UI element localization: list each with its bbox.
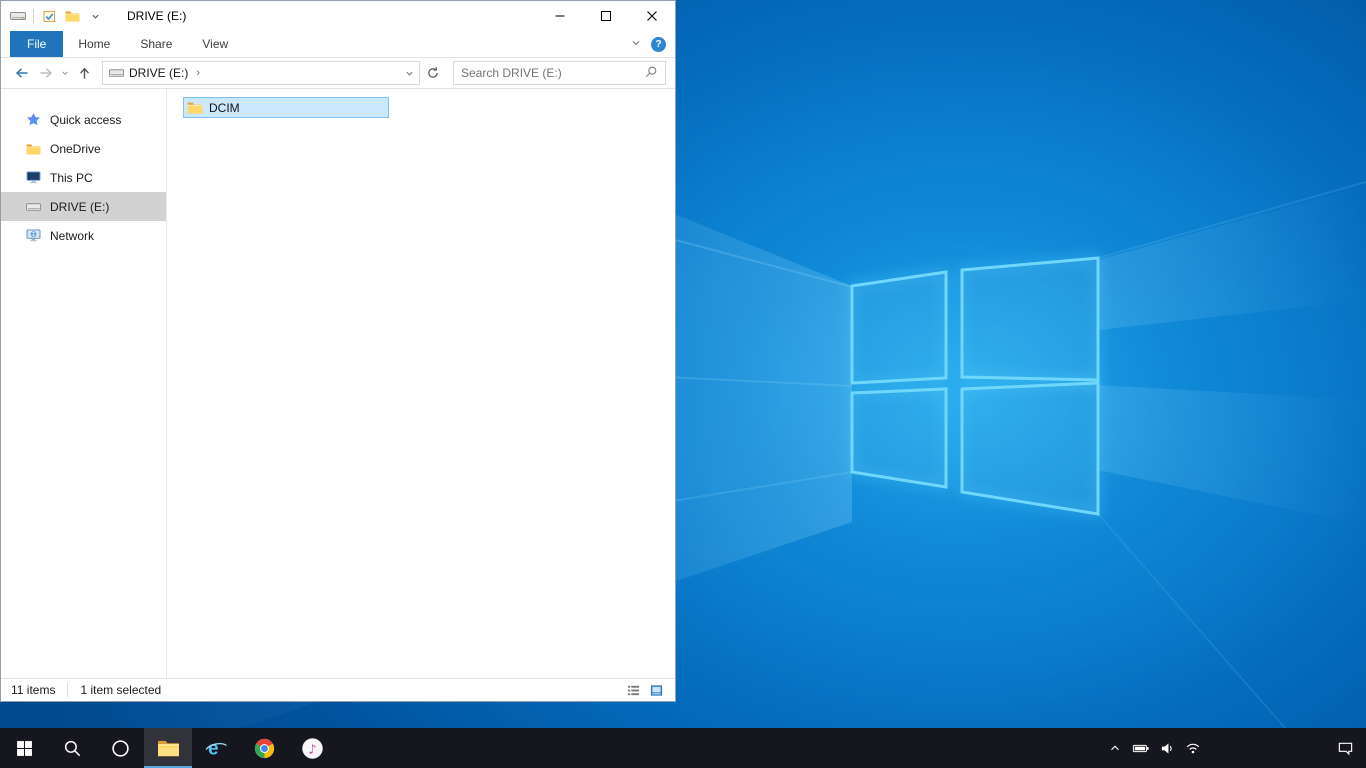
window-title: DRIVE (E:) — [127, 9, 187, 23]
quick-access-toolbar — [1, 8, 103, 24]
up-button[interactable] — [72, 61, 96, 85]
minimize-button[interactable] — [537, 1, 583, 31]
help-icon[interactable]: ? — [651, 36, 666, 52]
forward-button[interactable] — [34, 61, 58, 85]
chrome-icon[interactable] — [240, 728, 288, 768]
toolbar-separator — [33, 9, 34, 23]
tab-home[interactable]: Home — [63, 31, 125, 57]
details-view-icon[interactable] — [624, 682, 642, 699]
sidebar-item-label: Network — [50, 228, 95, 243]
sidebar-item-label: Quick access — [50, 112, 122, 127]
properties-icon[interactable] — [41, 8, 57, 24]
file-list[interactable]: DCIM — [167, 89, 675, 678]
volume-icon[interactable] — [1154, 728, 1180, 768]
taskbar-search-icon[interactable] — [48, 728, 96, 768]
start-button[interactable] — [0, 728, 48, 768]
recent-locations-chevron-icon[interactable] — [58, 61, 72, 85]
status-bar: 11 items 1 item selected — [1, 678, 675, 701]
internet-explorer-icon[interactable]: e — [192, 728, 240, 768]
drive-icon — [25, 199, 41, 215]
sidebar-item-label: DRIVE (E:) — [50, 199, 110, 214]
sidebar-item-drive-e[interactable]: DRIVE (E:) — [1, 192, 166, 221]
items-count: 11 items — [11, 683, 56, 697]
navigation-pane: Quick access OneDrive This PC DRIVE (E:)… — [1, 89, 167, 678]
star-icon — [25, 112, 41, 128]
large-icons-view-icon[interactable] — [647, 682, 665, 699]
cortana-icon[interactable] — [96, 728, 144, 768]
expand-ribbon-chevron-icon[interactable] — [631, 37, 641, 51]
window-controls — [537, 1, 675, 31]
sidebar-item-label: OneDrive — [50, 141, 101, 156]
monitor-icon — [25, 170, 41, 186]
svg-text:♪: ♪ — [308, 741, 316, 756]
search-input[interactable] — [461, 66, 644, 80]
sidebar-item-this-pc[interactable]: This PC — [1, 163, 166, 192]
ribbon-right: ? — [631, 31, 675, 57]
new-folder-icon[interactable] — [64, 8, 80, 24]
sidebar-item-onedrive[interactable]: OneDrive — [1, 134, 166, 163]
taskbar: e ♪ — [0, 728, 1366, 768]
tab-file[interactable]: File — [10, 31, 64, 57]
system-tray — [1102, 728, 1366, 768]
search-box[interactable] — [453, 61, 666, 85]
ribbon-tabs: File Home Share View ? — [1, 31, 675, 58]
window-drive-icon — [10, 8, 26, 24]
breadcrumb-location[interactable]: DRIVE (E:) — [129, 66, 188, 80]
sidebar-item-network[interactable]: Network — [1, 221, 166, 250]
address-dropdown-icon[interactable] — [405, 69, 414, 78]
wifi-icon[interactable] — [1180, 728, 1206, 768]
taskbar-file-explorer-icon[interactable] — [144, 728, 192, 768]
desktop: DRIVE (E:) File Home Share View ? DRIVE … — [0, 0, 1366, 768]
folder-icon — [187, 100, 203, 116]
search-icon[interactable] — [644, 65, 658, 82]
tab-view[interactable]: View — [187, 31, 243, 57]
address-bar[interactable]: DRIVE (E:) › — [102, 61, 420, 85]
file-name: DCIM — [209, 100, 240, 115]
toolbar-chevron-down-icon[interactable] — [87, 8, 103, 24]
svg-text:e: e — [208, 739, 219, 760]
network-icon — [25, 228, 41, 244]
action-center-icon[interactable] — [1324, 728, 1366, 768]
back-button[interactable] — [10, 61, 34, 85]
breadcrumb-drive-icon — [108, 65, 124, 81]
itunes-icon[interactable]: ♪ — [288, 728, 336, 768]
battery-icon[interactable] — [1128, 728, 1154, 768]
selected-count: 1 item selected — [80, 683, 162, 697]
refresh-icon[interactable] — [422, 61, 444, 85]
file-explorer-window: DRIVE (E:) File Home Share View ? DRIVE … — [0, 0, 676, 702]
titlebar: DRIVE (E:) — [1, 1, 675, 31]
close-button[interactable] — [629, 1, 675, 31]
file-item-dcim[interactable]: DCIM — [183, 97, 389, 118]
onedrive-folder-icon — [25, 141, 41, 157]
sidebar-item-quick-access[interactable]: Quick access — [1, 105, 166, 134]
view-switcher — [624, 682, 665, 699]
sidebar-item-label: This PC — [50, 170, 93, 185]
status-separator — [67, 683, 69, 697]
explorer-main: Quick access OneDrive This PC DRIVE (E:)… — [1, 89, 675, 678]
show-hidden-icons-chevron-icon[interactable] — [1102, 728, 1128, 768]
tab-share[interactable]: Share — [125, 31, 187, 57]
maximize-button[interactable] — [583, 1, 629, 31]
navigation-bar: DRIVE (E:) › — [1, 58, 675, 89]
breadcrumb-chevron[interactable]: › — [196, 67, 200, 79]
